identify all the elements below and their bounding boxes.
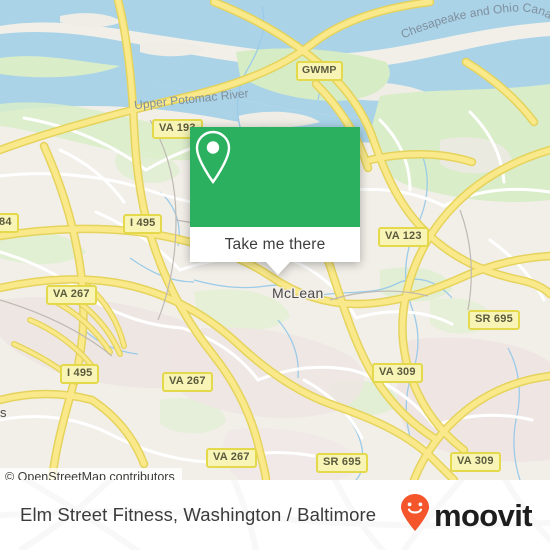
route-shield-i-495-south[interactable]: I 495 bbox=[60, 364, 100, 384]
screenshot-root: Upper Potomac River Chesapeake and Ohio … bbox=[0, 0, 550, 550]
route-shield-va-267-mid[interactable]: VA 267 bbox=[162, 372, 213, 392]
map-place-label-mclean: McLean bbox=[272, 285, 324, 301]
osm-attribution[interactable]: © OpenStreetMap contributors bbox=[0, 468, 182, 480]
moovit-pin-smile-icon bbox=[400, 493, 430, 537]
route-shield-84-clipped[interactable]: 84 bbox=[0, 213, 19, 233]
moovit-brand[interactable]: moovit bbox=[400, 480, 533, 550]
route-shield-va-309-north[interactable]: VA 309 bbox=[372, 363, 423, 383]
route-shield-i-495-north[interactable]: I 495 bbox=[123, 214, 163, 234]
map-edge-label: s bbox=[0, 405, 7, 420]
route-shield-va-267-west[interactable]: VA 267 bbox=[46, 285, 97, 305]
popup-header bbox=[190, 127, 360, 227]
take-me-there-button[interactable]: Take me there bbox=[190, 227, 360, 262]
popup-pointer bbox=[266, 262, 290, 275]
route-shield-gwmp[interactable]: GWMP bbox=[296, 61, 343, 81]
location-popup-card[interactable]: Take me there bbox=[190, 127, 360, 275]
location-title: Elm Street Fitness, Washington / Baltimo… bbox=[20, 504, 377, 525]
footer-bar: Elm Street Fitness, Washington / Baltimo… bbox=[0, 480, 550, 550]
take-me-there-label: Take me there bbox=[224, 235, 326, 253]
moovit-wordmark: moovit bbox=[433, 497, 533, 533]
route-shield-va-123[interactable]: VA 123 bbox=[378, 227, 429, 247]
route-shield-va-267-south[interactable]: VA 267 bbox=[206, 448, 257, 468]
route-shield-sr-695-south[interactable]: SR 695 bbox=[316, 453, 368, 473]
map-canvas[interactable]: Upper Potomac River Chesapeake and Ohio … bbox=[0, 0, 550, 480]
route-shield-sr-695-east[interactable]: SR 695 bbox=[468, 310, 520, 330]
route-shield-va-309-south[interactable]: VA 309 bbox=[450, 452, 501, 472]
